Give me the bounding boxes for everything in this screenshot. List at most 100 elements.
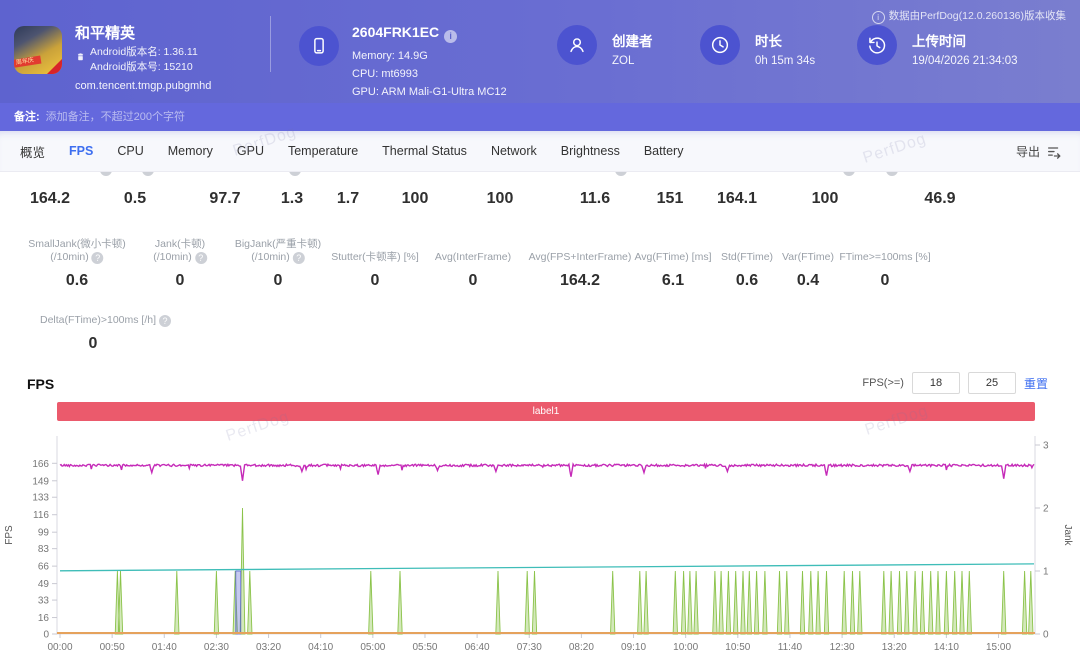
svg-text:16: 16 [38,613,50,624]
stat-label: Delta(FTime)>100ms [/h] [40,314,171,327]
stat-label: Stutter(卡顿率) [%] [331,236,419,264]
svg-text:09:10: 09:10 [621,642,646,653]
stat-value: 151 [657,190,684,208]
svg-text:66: 66 [38,562,50,573]
stat-item: Stutter(卡顿率) [%] 0 [331,236,419,290]
help-icon[interactable] [293,252,305,264]
svg-text:0: 0 [1043,630,1049,641]
svg-text:00:00: 00:00 [47,642,72,653]
user-icon [557,25,597,65]
fps-min-input[interactable] [912,372,960,394]
tab[interactable]: Temperature [288,144,358,158]
stat-value: 0 [153,272,207,290]
stat-label: BigJank(严重卡顿) (/10min) [235,236,321,264]
help-icon[interactable] [159,315,171,327]
export-button[interactable]: 导出 [1016,131,1062,172]
stat-value: 11.6 [580,190,610,208]
app-package: com.tencent.tmgp.pubgmhd [75,80,211,92]
stat-item: Var(FTime) 0.4 [782,236,834,290]
svg-text:03:20: 03:20 [256,642,281,653]
export-icon [1046,144,1062,160]
svg-text:2: 2 [1043,504,1049,515]
upload-time-icon [857,25,897,65]
reset-button[interactable]: 重置 [1024,375,1048,392]
fps-section-title: FPS [27,376,54,392]
svg-text:11:40: 11:40 [778,642,803,653]
creator-value: ZOL [612,55,634,67]
stat-label: Avg(FPS+InterFrame) [529,236,632,264]
svg-text:33: 33 [38,596,50,607]
duration-label: 时长 [755,30,782,50]
tab[interactable]: Thermal Status [382,144,467,158]
stat-item: Avg(FPS+InterFrame) 164.2 [529,236,632,290]
stat-item: SmallJank(微小卡顿) (/10min) 0.6 [28,236,125,290]
stat-label: Avg(InterFrame) [435,236,511,264]
stat-item: BigJank(严重卡顿) (/10min) 0 [235,236,321,290]
tab[interactable]: Brightness [561,144,620,158]
stats-row-2: SmallJank(微小卡顿) (/10min) 0.6 Jank(卡顿) (/… [0,236,1080,306]
stat-label: Std(FTime) [721,236,773,264]
header: 周年庆 和平精英 Android版本名: 1.36.11 Android版本号:… [0,0,1080,103]
tab-bar: 概览 FPS CPU Memory GPU Temperature Thermal Stat… [0,131,1080,172]
clipped-labels [0,172,1080,177]
help-icon[interactable] [195,252,207,264]
svg-text:00:50: 00:50 [100,642,125,653]
app-name: 和平精英 [75,22,135,43]
svg-text:12:30: 12:30 [830,642,855,653]
tab[interactable]: GPU [237,144,264,158]
svg-text:0: 0 [43,630,49,641]
duration-value: 0h 15m 34s [755,55,815,67]
fps-filter: FPS(>=) 重置 [862,372,1048,394]
device-memory: Memory: 14.9G [352,50,428,62]
tab[interactable]: CPU [117,144,143,158]
stat-value: 164.2 [529,272,632,290]
svg-text:Jank: Jank [1062,524,1073,546]
fps-max-input[interactable] [968,372,1016,394]
upload-label: 上传时间 [912,30,966,50]
app-version-lines: Android版本名: 1.36.11 Android版本号: 15210 [90,45,198,75]
tab[interactable]: Network [491,144,537,158]
svg-text:FPS: FPS [4,525,15,545]
stat-value: 0 [89,335,98,353]
device-model: 2604FRK1EC [352,24,457,43]
stat-value: 100 [812,190,839,208]
stat-value: 1.7 [337,190,359,208]
stat-label: SmallJank(微小卡顿) (/10min) [28,236,125,264]
app-version-name: Android版本名: 1.36.11 [90,45,198,60]
phone-icon [299,26,339,66]
stat-item-delta-ftime: Delta(FTime)>100ms [/h] 0 [40,314,171,327]
note-placeholder: 添加备注，不超过200个字符 [46,111,185,123]
stat-value: 0.4 [782,272,834,290]
tab[interactable]: Battery [644,144,684,158]
chart-label-banner[interactable]: label1 [57,402,1035,421]
stat-item: Avg(FTime) [ms] 6.1 [634,236,711,290]
app-icon: 周年庆 [14,26,62,74]
device-info-icon[interactable] [444,30,457,43]
svg-text:116: 116 [33,510,49,521]
stat-label: Avg(FTime) [ms] [634,236,711,264]
stat-value: 164.1 [717,190,757,208]
svg-text:02:30: 02:30 [204,642,229,653]
svg-text:13:20: 13:20 [882,642,907,653]
tab[interactable]: 概览 [20,142,45,161]
stat-item: Jank(卡顿) (/10min) 0 [153,236,207,290]
svg-text:08:20: 08:20 [569,642,594,653]
fps-chart[interactable]: 0163349668399116133149166012300:0000:500… [0,430,1080,653]
stat-value: 100 [487,190,514,208]
help-icon[interactable] [92,252,104,264]
tab[interactable]: Memory [168,144,213,158]
note-bar[interactable]: 备注:添加备注，不超过200个字符 [0,103,1080,131]
stat-value: 164.2 [30,190,70,208]
svg-text:99: 99 [38,528,50,539]
svg-text:04:10: 04:10 [308,642,333,653]
svg-text:166: 166 [32,459,49,470]
stat-label: Var(FTime) [782,236,834,264]
svg-text:15:00: 15:00 [986,642,1011,653]
tab[interactable]: FPS [69,144,93,158]
svg-text:83: 83 [38,544,50,555]
stat-item: Std(FTime) 0.6 [721,236,773,290]
stat-value: 97.7 [209,190,240,208]
stat-value: 0.5 [124,190,146,208]
fps-filter-label: FPS(>=) [862,377,904,389]
stat-label: Jank(卡顿) (/10min) [153,236,207,264]
